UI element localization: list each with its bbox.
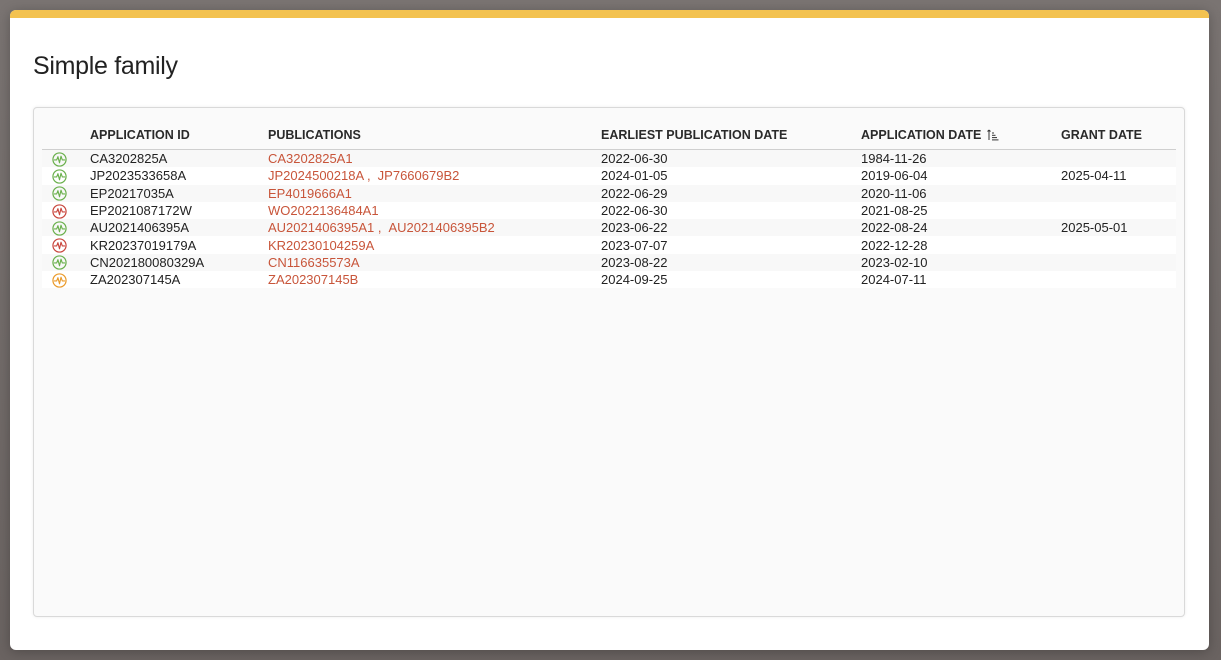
dialog-title: Simple family — [33, 52, 178, 80]
publication-link[interactable]: CN116635573A — [268, 255, 360, 270]
grant-date-cell — [1061, 184, 1176, 202]
table-body: CA3202825A CA3202825A1 2022-06-30 1984-11-2… — [42, 149, 1176, 289]
publication-separator: , — [363, 168, 371, 184]
application-date-cell: 2022-08-24 — [861, 219, 1061, 237]
column-header-application-date[interactable]: APPLICATION DATE — [861, 120, 1061, 150]
publication-link[interactable]: ZA202307145B — [268, 272, 358, 287]
application-date-cell: 2020-11-06 — [861, 184, 1061, 202]
grant-date-cell — [1061, 201, 1176, 220]
earliest-publication-date-cell: 2024-09-25 — [601, 271, 861, 289]
grant-date-cell — [1061, 271, 1176, 289]
earliest-publication-date-cell: 2023-07-07 — [601, 236, 861, 254]
grant-date-cell: 2025-04-11 — [1061, 167, 1176, 185]
table-row: EP20217035A EP4019666A1 2022-06-29 2020-11-… — [42, 184, 1176, 202]
table-row: JP2023533658A JP2024500218A , JP7660679B2 2… — [42, 167, 1176, 185]
application-date-cell: 1984-11-26 — [861, 149, 1061, 168]
table-header-row: APPLICATION ID PUBLICATIONS EARLIEST PUB… — [42, 120, 1176, 150]
column-header-application-id[interactable]: APPLICATION ID — [90, 120, 268, 150]
status-cell — [42, 253, 90, 272]
green-status-pulse-icon — [52, 186, 67, 201]
family-table: APPLICATION ID PUBLICATIONS EARLIEST PUB… — [42, 120, 1176, 289]
red-status-pulse-icon — [52, 238, 67, 253]
publications-cell: CA3202825A1 — [268, 149, 601, 168]
earliest-publication-date-cell: 2022-06-29 — [601, 184, 861, 202]
column-header-grant-date[interactable]: GRANT DATE — [1061, 120, 1176, 150]
publication-separator: , — [374, 220, 382, 236]
sort-ascending-icon[interactable] — [987, 129, 999, 141]
application-date-cell: 2022-12-28 — [861, 236, 1061, 254]
publications-cell: CN116635573A — [268, 253, 601, 272]
status-column-header — [42, 120, 90, 150]
application-id-cell: EP2021087172W — [90, 201, 268, 220]
dialog-accent-bar — [10, 10, 1209, 18]
status-cell — [42, 271, 90, 289]
application-date-cell: 2023-02-10 — [861, 253, 1061, 272]
publications-cell: KR20230104259A — [268, 236, 601, 254]
earliest-publication-date-cell: 2022-06-30 — [601, 201, 861, 220]
green-status-pulse-icon — [52, 255, 67, 271]
application-id-cell: CN202180080329A — [90, 253, 268, 272]
column-header-earliest-publication-date[interactable]: EARLIEST PUBLICATION DATE — [601, 120, 861, 150]
table-row: CA3202825A CA3202825A1 2022-06-30 1984-11-2… — [42, 149, 1176, 168]
publications-cell: JP2024500218A , JP7660679B2 — [268, 167, 601, 185]
application-date-cell: 2021-08-25 — [861, 201, 1061, 220]
application-id-cell: KR20237019179A — [90, 236, 268, 254]
publications-cell: EP4019666A1 — [268, 184, 601, 202]
publication-link[interactable]: JP7660679B2 — [378, 168, 460, 183]
earliest-publication-date-cell: 2024-01-05 — [601, 167, 861, 185]
application-id-cell: ZA202307145A — [90, 271, 268, 289]
application-id-cell: EP20217035A — [90, 184, 268, 202]
application-date-cell: 2024-07-11 — [861, 271, 1061, 289]
earliest-publication-date-cell: 2023-08-22 — [601, 253, 861, 272]
grant-date-cell — [1061, 253, 1176, 272]
status-cell — [42, 236, 90, 254]
status-cell — [42, 219, 90, 237]
table-row: AU2021406395A AU2021406395A1 , AU202140639… — [42, 219, 1176, 237]
publication-link[interactable]: AU2021406395A1 — [268, 220, 374, 235]
publication-link[interactable]: EP4019666A1 — [268, 186, 352, 201]
grant-date-cell: 2025-05-01 — [1061, 219, 1176, 237]
orange-status-pulse-icon — [52, 273, 67, 288]
application-id-cell: CA3202825A — [90, 149, 268, 168]
publications-cell: ZA202307145B — [268, 271, 601, 289]
red-status-pulse-icon — [52, 203, 67, 219]
application-date-cell: 2019-06-04 — [861, 167, 1061, 185]
column-header-publications[interactable]: PUBLICATIONS — [268, 120, 601, 150]
status-cell — [42, 184, 90, 202]
table-row: EP2021087172W WO2022136484A1 2022-06-30 202… — [42, 201, 1176, 220]
table-row: ZA202307145A ZA202307145B 2024-09-25 2024-0… — [42, 271, 1176, 289]
publication-link[interactable]: KR20230104259A — [268, 238, 374, 253]
family-table-panel: APPLICATION ID PUBLICATIONS EARLIEST PUB… — [33, 107, 1185, 617]
publications-cell: WO2022136484A1 — [268, 201, 601, 220]
application-id-cell: JP2023533658A — [90, 167, 268, 185]
table-row: CN202180080329A CN116635573A 2023-08-22 202… — [42, 253, 1176, 272]
green-status-pulse-icon — [52, 152, 67, 167]
green-status-pulse-icon — [52, 221, 67, 236]
green-status-pulse-icon — [52, 169, 67, 184]
family-dialog: Simple family APPLICATION ID PUBLICATION… — [10, 10, 1209, 650]
status-cell — [42, 149, 90, 168]
earliest-publication-date-cell: 2022-06-30 — [601, 149, 861, 168]
publications-cell: AU2021406395A1 , AU2021406395B2 — [268, 219, 601, 237]
table-row: KR20237019179A KR20230104259A 2023-07-07 20… — [42, 236, 1176, 254]
publication-link[interactable]: JP2024500218A — [268, 168, 363, 183]
earliest-publication-date-cell: 2023-06-22 — [601, 219, 861, 237]
publication-link[interactable]: AU2021406395B2 — [389, 220, 495, 235]
status-cell — [42, 201, 90, 220]
status-cell — [42, 167, 90, 185]
publication-link[interactable]: CA3202825A1 — [268, 151, 353, 166]
application-id-cell: AU2021406395A — [90, 219, 268, 237]
column-header-application-date-label: APPLICATION DATE — [861, 127, 982, 142]
grant-date-cell — [1061, 149, 1176, 168]
publication-link[interactable]: WO2022136484A1 — [268, 203, 379, 218]
grant-date-cell — [1061, 236, 1176, 254]
